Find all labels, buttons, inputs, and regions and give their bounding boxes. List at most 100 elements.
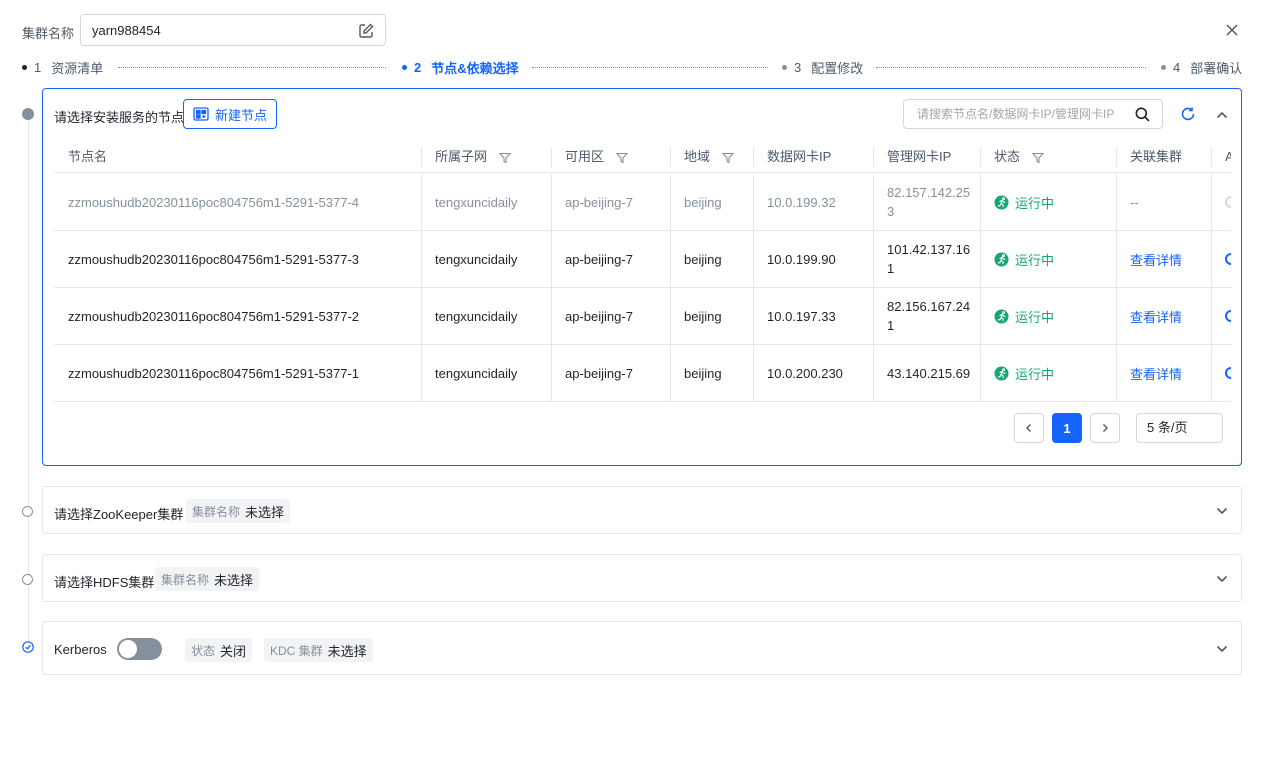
cell-zone: ap-beijing-7 [551, 288, 670, 344]
step-label: 部署确认 [1190, 61, 1243, 76]
cell-cluster: -- [1116, 174, 1211, 230]
step-2[interactable]: 2 节点&依赖选择 [402, 58, 519, 77]
cluster-name-label: 集群名称 [22, 26, 75, 41]
filter-icon[interactable] [1031, 152, 1044, 164]
cell-zone: ap-beijing-7 [551, 174, 670, 230]
hdfs-cluster-tag: 集群名称 未选择 [155, 567, 260, 591]
chevron-down-icon[interactable] [1215, 572, 1229, 586]
next-page-button[interactable] [1090, 413, 1120, 443]
cluster-name-value: yarn988454 [92, 23, 161, 38]
step-number: 3 [794, 60, 802, 75]
node-icon [193, 107, 209, 121]
timeline-line [28, 114, 29, 650]
step-number: 2 [414, 60, 422, 75]
zookeeper-panel[interactable]: 请选择ZooKeeper集群 集群名称 未选择 [42, 486, 1242, 534]
column-header-mgmt-ip: 管理网卡IP [873, 141, 980, 173]
cell-mgmt-ip: 82.157.142.253 [873, 174, 980, 230]
toggle-knob [119, 640, 137, 658]
view-details-link[interactable]: 查看详情 [1130, 307, 1182, 326]
cell-status: 运行中 [980, 174, 1116, 230]
chevron-right-icon [1103, 424, 1108, 432]
table-row[interactable]: zzmoushudb20230116poc804756m1-5291-5377-… [54, 345, 1231, 402]
kerberos-toggle[interactable] [117, 638, 162, 660]
cell-region: beijing [670, 174, 753, 230]
status-badge: 运行中 [994, 307, 1054, 326]
kdc-cluster-tag: KDC 集群 未选择 [264, 638, 373, 662]
cell-data-ip: 10.0.199.90 [753, 231, 873, 287]
cell-status: 运行中 [980, 345, 1116, 401]
close-icon[interactable] [1224, 22, 1240, 38]
cell-region: beijing [670, 288, 753, 344]
cell-node-name: zzmoushudb20230116poc804756m1-5291-5377-… [68, 251, 360, 267]
cell-action [1211, 174, 1231, 230]
column-header-zone: 可用区 [551, 141, 670, 173]
table-body: zzmoushudb20230116poc804756m1-5291-5377-… [54, 174, 1231, 402]
cell-node-name: zzmoushudb20230116poc804756m1-5291-5377-… [68, 365, 360, 381]
cell-action [1211, 288, 1231, 344]
hdfs-panel[interactable]: 请选择HDFS集群 集群名称 未选择 [42, 554, 1242, 602]
timeline-current-dot [22, 108, 34, 120]
cell-mgmt-ip: 82.156.167.241 [873, 288, 980, 344]
table-row[interactable]: zzmoushudb20230116poc804756m1-5291-5377-… [54, 231, 1231, 288]
select-radio-icon[interactable] [1225, 367, 1231, 379]
step-3[interactable]: 3 配置修改 [782, 58, 863, 77]
chevron-up-icon[interactable] [1215, 108, 1229, 122]
cell-cluster: 查看详情 [1116, 345, 1211, 401]
status-badge: 运行中 [994, 193, 1054, 212]
page-number-button[interactable]: 1 [1052, 413, 1082, 443]
node-search-box[interactable] [903, 99, 1163, 129]
new-node-button[interactable]: 新建节点 [183, 99, 277, 129]
cell-status: 运行中 [980, 231, 1116, 287]
step-4[interactable]: 4 部署确认 [1161, 58, 1242, 77]
select-radio-icon[interactable] [1225, 253, 1231, 265]
step-dot-icon [22, 65, 27, 70]
table-header: 节点名 所属子网 可用区 地域 数据网卡IP 管理网卡IP 状态 关联集群 A [54, 141, 1231, 173]
steps-bar: 1 资源清单 2 节点&依赖选择 3 配置修改 4 部署确认 [22, 58, 1242, 78]
node-search-input[interactable] [915, 106, 1125, 122]
chevron-down-icon[interactable] [1215, 504, 1229, 518]
edit-icon[interactable] [357, 22, 375, 40]
column-header-subnet: 所属子网 [421, 141, 551, 173]
kerberos-panel[interactable]: Kerberos 状态 关闭 KDC 集群 未选择 [42, 621, 1242, 675]
step-dot-icon [402, 65, 407, 70]
table-row[interactable]: zzmoushudb20230116poc804756m1-5291-5377-… [54, 288, 1231, 345]
step-number: 1 [34, 60, 42, 75]
prev-page-button[interactable] [1014, 413, 1044, 443]
cell-status: 运行中 [980, 288, 1116, 344]
search-icon[interactable] [1135, 107, 1150, 122]
step-1[interactable]: 1 资源清单 [22, 58, 103, 77]
cell-data-ip: 10.0.197.33 [753, 288, 873, 344]
column-header-status: 状态 [980, 141, 1116, 173]
view-details-link[interactable]: 查看详情 [1130, 364, 1182, 383]
chevron-down-icon[interactable] [1215, 642, 1229, 656]
cell-subnet: tengxuncidaily [421, 288, 551, 344]
node-table: 节点名 所属子网 可用区 地域 数据网卡IP 管理网卡IP 状态 关联集群 A … [54, 141, 1231, 403]
cell-node-name: zzmoushudb20230116poc804756m1-5291-5377-… [68, 194, 360, 210]
cell-region: beijing [670, 231, 753, 287]
step-label: 节点&依赖选择 [431, 61, 519, 76]
filter-icon[interactable] [498, 152, 511, 164]
timeline-dot [22, 506, 33, 517]
view-details-link[interactable]: 查看详情 [1130, 250, 1182, 269]
refresh-icon[interactable] [1180, 106, 1196, 122]
kerberos-status-tag: 状态 关闭 [185, 638, 253, 662]
cell-zone: ap-beijing-7 [551, 345, 670, 401]
column-header-region: 地域 [670, 141, 753, 173]
column-header-name: 节点名 [68, 149, 108, 164]
hdfs-panel-title: 请选择HDFS集群 [54, 575, 155, 590]
cluster-name-field[interactable]: yarn988454 [80, 14, 386, 46]
chevron-left-icon [1026, 424, 1031, 432]
cell-mgmt-ip: 43.140.215.69 [873, 345, 980, 401]
cell-subnet: tengxuncidaily [421, 174, 551, 230]
table-row[interactable]: zzmoushudb20230116poc804756m1-5291-5377-… [54, 174, 1231, 231]
step-dot-icon [1161, 65, 1166, 70]
filter-icon[interactable] [721, 152, 734, 164]
status-badge: 运行中 [994, 364, 1054, 383]
select-radio-icon[interactable] [1225, 196, 1231, 208]
page-size-select[interactable]: 5 条/页 [1136, 413, 1223, 443]
cell-subnet: tengxuncidaily [421, 231, 551, 287]
select-radio-icon[interactable] [1225, 310, 1231, 322]
running-icon [994, 252, 1009, 266]
filter-icon[interactable] [615, 152, 628, 164]
timeline-dot [22, 574, 33, 585]
